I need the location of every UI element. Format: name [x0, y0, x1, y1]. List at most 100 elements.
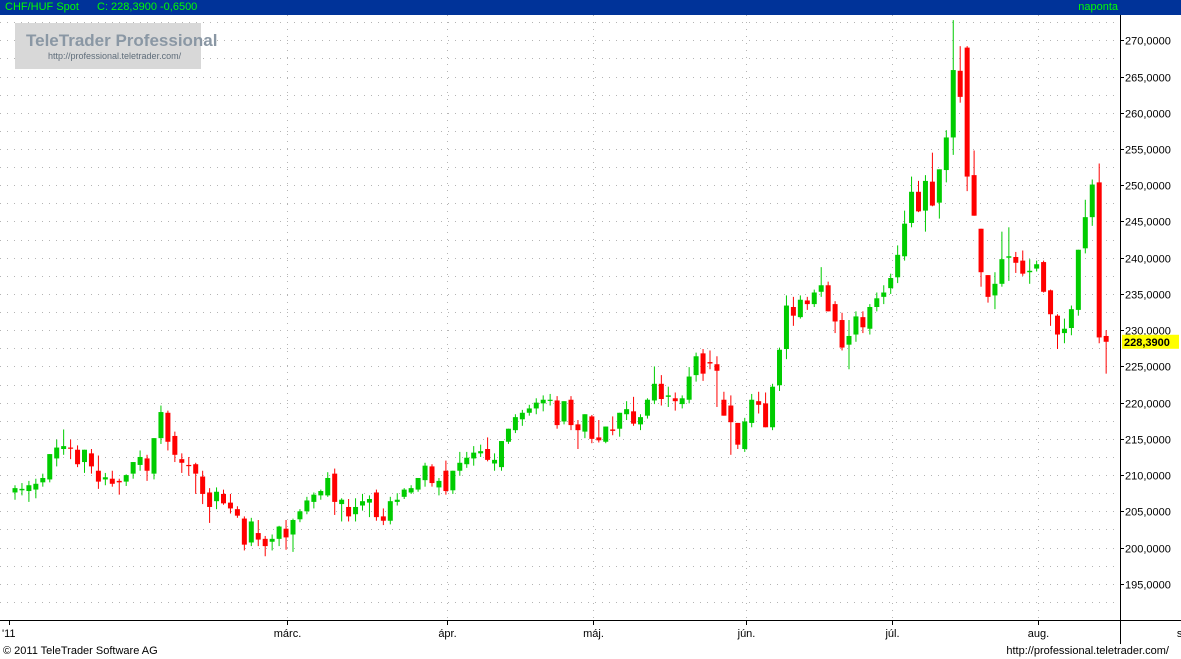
candle-body — [269, 538, 275, 542]
candle-body — [853, 316, 859, 335]
y-tick-label: 210,0000 — [1125, 471, 1171, 483]
candle-body — [26, 485, 32, 492]
frequency-label[interactable]: naponta — [1078, 1, 1118, 14]
candle-body — [1075, 249, 1081, 310]
candle-body — [255, 533, 261, 540]
candle-body — [658, 383, 664, 400]
price-chart[interactable]: 195,0000 200,0000 205,0000 210,0000 215,0000… — [0, 15, 1181, 644]
last-price-label: 228,3900 — [1124, 337, 1170, 349]
candle-body — [644, 399, 650, 416]
candle-body — [624, 409, 630, 415]
candle-body — [825, 285, 831, 312]
candle-body — [88, 453, 94, 467]
candle-body — [1048, 290, 1054, 315]
footer-url[interactable]: http://professional.teletrader.com/ — [1006, 645, 1169, 658]
candle-body — [881, 292, 887, 297]
candle-body — [33, 483, 39, 490]
candle-body — [200, 476, 206, 494]
y-tick-label: 220,0000 — [1125, 399, 1171, 411]
candle-body — [1055, 315, 1060, 335]
candle-body — [909, 191, 915, 223]
candle-body — [339, 499, 345, 505]
candle-body — [207, 492, 213, 507]
candle-body — [318, 491, 324, 496]
candle-body — [214, 491, 220, 502]
candle-body — [408, 488, 414, 493]
candle-body — [749, 399, 755, 423]
x-tick-label: ápr. — [438, 628, 456, 640]
candle-body — [144, 458, 150, 471]
candle-body — [985, 275, 991, 297]
candle-body — [485, 449, 491, 460]
candle-body — [227, 502, 233, 509]
candle-body — [262, 538, 268, 547]
candle-body — [561, 401, 567, 422]
candle-body — [346, 506, 352, 517]
candle-body — [999, 259, 1005, 284]
candle-body — [304, 500, 310, 512]
candle-body — [686, 376, 692, 400]
candle-body — [1006, 256, 1012, 258]
candle-body — [950, 70, 956, 138]
y-tick-label: 205,0000 — [1125, 507, 1171, 519]
candle-body — [700, 353, 706, 374]
candle-body — [158, 412, 164, 439]
candle-body — [957, 70, 963, 97]
y-tick-label: 240,0000 — [1125, 254, 1171, 266]
candle-body — [429, 466, 435, 484]
candle-body — [464, 457, 470, 465]
candle-body — [151, 438, 157, 474]
candle-body — [512, 417, 518, 431]
candle-body — [519, 412, 525, 420]
candle-body — [1103, 335, 1109, 342]
y-tick-label: 215,0000 — [1125, 435, 1171, 447]
candle-body — [401, 489, 407, 497]
candle-body — [172, 435, 178, 455]
candle-body — [575, 424, 581, 431]
candle-body — [922, 180, 928, 211]
candle-body — [82, 449, 87, 463]
candle-body — [804, 300, 810, 305]
x-tick-label: márc. — [274, 628, 302, 640]
candle-body — [450, 470, 456, 491]
candle-body — [936, 169, 942, 203]
candle-body — [54, 447, 60, 459]
candle-body — [533, 402, 539, 409]
candle-body — [387, 501, 393, 521]
candle-body — [582, 414, 588, 432]
candle-body — [290, 520, 296, 535]
candle-body — [721, 399, 727, 416]
candle-body — [1068, 309, 1074, 329]
candle-body — [47, 454, 53, 480]
y-tick-label: 235,0000 — [1125, 290, 1171, 302]
candle-body — [665, 395, 671, 397]
logo-name: TeleTrader Professional — [26, 31, 218, 50]
candle-body — [471, 452, 477, 459]
candle-body — [241, 518, 247, 545]
candle-body — [888, 278, 894, 289]
candle-body — [971, 175, 977, 216]
candle-body — [102, 477, 108, 480]
candle-body — [422, 465, 428, 481]
candle-body — [19, 488, 25, 491]
y-tick-label: 225,0000 — [1125, 362, 1171, 374]
candle-body — [1013, 257, 1019, 263]
candle-body — [964, 47, 970, 177]
candle-body — [693, 356, 699, 376]
candle-body — [234, 509, 240, 516]
candle-body — [276, 526, 282, 539]
candle-body — [130, 462, 136, 474]
candle-body — [902, 223, 908, 257]
x-tick-label: júl. — [884, 628, 899, 640]
candle-body — [325, 477, 331, 496]
candle-body — [1020, 260, 1026, 274]
candle-body — [547, 399, 553, 401]
candle-body — [992, 283, 998, 296]
candle-body — [95, 470, 101, 482]
candle-body — [61, 446, 67, 450]
candle-body — [589, 416, 595, 439]
candle-body — [811, 292, 817, 305]
y-tick-label: 270,0000 — [1125, 36, 1171, 48]
candle-body — [867, 306, 873, 329]
last-close-info: C: 228,3900 -0,6500 — [97, 1, 198, 13]
